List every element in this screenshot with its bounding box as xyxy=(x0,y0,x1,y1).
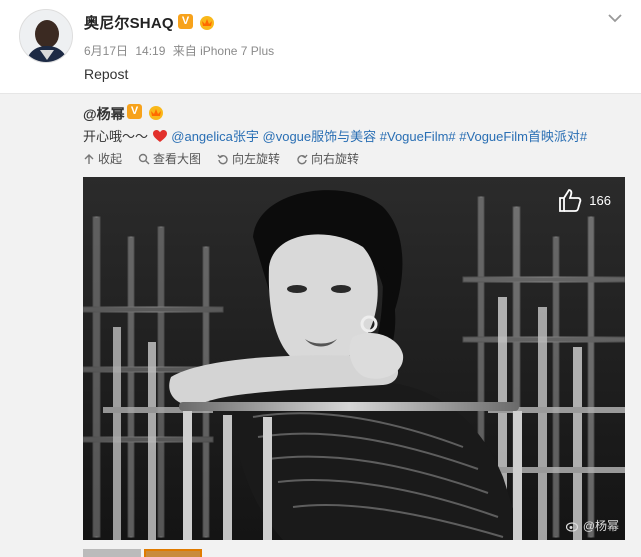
rotate-right-icon xyxy=(297,154,308,164)
collapse-button[interactable]: 收起 xyxy=(83,150,122,167)
verified-badge: V xyxy=(178,14,193,30)
rotate-left-label: 向左旋转 xyxy=(232,152,281,166)
mention-link[interactable]: @vogue服饰与美容 xyxy=(263,129,377,144)
vip-crown-icon xyxy=(200,15,215,30)
view-large-button[interactable]: 查看大图 xyxy=(138,150,201,167)
avatar-image xyxy=(20,10,72,62)
rotate-left-button[interactable]: 向左旋转 xyxy=(217,150,280,167)
thumbnail[interactable] xyxy=(83,549,141,557)
post-text: Repost xyxy=(84,66,129,82)
author-avatar[interactable] xyxy=(19,9,73,63)
hashtag-link[interactable]: #VogueFilm# xyxy=(380,129,456,144)
thumbs-up-icon xyxy=(559,189,582,212)
weibo-logo-icon xyxy=(565,521,578,532)
rotate-right-label: 向右旋转 xyxy=(311,152,360,166)
post-date: 6月17日 xyxy=(84,44,129,58)
weibo-post: 奥尼尔SHAQ V 6月17日 14:19 来自 iPhone 7 Plus R… xyxy=(0,0,641,557)
rotate-right-button[interactable]: 向右旋转 xyxy=(296,150,359,167)
like-count: 166 xyxy=(589,192,611,208)
hashtag-link[interactable]: #VogueFilm首映派对# xyxy=(459,129,587,144)
collapse-label: 收起 xyxy=(98,152,123,166)
post-time: 14:19 xyxy=(135,44,166,58)
author-name[interactable]: 奥尼尔SHAQ xyxy=(84,12,174,33)
like-counter[interactable]: 166 xyxy=(557,187,611,213)
mention-link[interactable]: @angelica张宇 xyxy=(171,129,259,144)
heart-icon xyxy=(152,130,167,142)
photo-image xyxy=(83,177,625,540)
view-large-label: 查看大图 xyxy=(153,152,202,166)
rotate-left-icon xyxy=(217,154,228,164)
vip-crown-icon xyxy=(149,105,164,120)
repost-card: @杨幂 V 开心哦～～ @angelica张宇 @vogue服饰与美容 #Vog… xyxy=(0,93,641,557)
author-badges: V xyxy=(178,13,217,31)
verified-badge: V xyxy=(127,104,142,120)
original-badges: V xyxy=(127,103,166,121)
original-author[interactable]: @杨幂 xyxy=(83,104,125,124)
image-actions: 收起 查看大图 向左旋转 向右旋转 xyxy=(83,150,359,167)
watermark-text: @杨幂 xyxy=(582,519,619,533)
photo-thumbnails xyxy=(83,549,202,557)
post-meta: 6月17日 14:19 来自 iPhone 7 Plus xyxy=(84,42,278,59)
photo-watermark: @杨幂 xyxy=(565,517,619,534)
thumbnail-selected[interactable] xyxy=(144,549,202,557)
post-photo[interactable]: 166 @杨幂 xyxy=(83,177,625,540)
collapse-arrow-icon xyxy=(84,153,94,164)
zoom-icon xyxy=(138,153,150,164)
original-text: 开心哦～～ @angelica张宇 @vogue服饰与美容 #VogueFilm… xyxy=(83,126,587,145)
chevron-down-icon[interactable] xyxy=(607,12,623,24)
post-source[interactable]: 来自 iPhone 7 Plus xyxy=(173,44,274,58)
original-text-prefix: 开心哦～～ xyxy=(83,129,149,144)
